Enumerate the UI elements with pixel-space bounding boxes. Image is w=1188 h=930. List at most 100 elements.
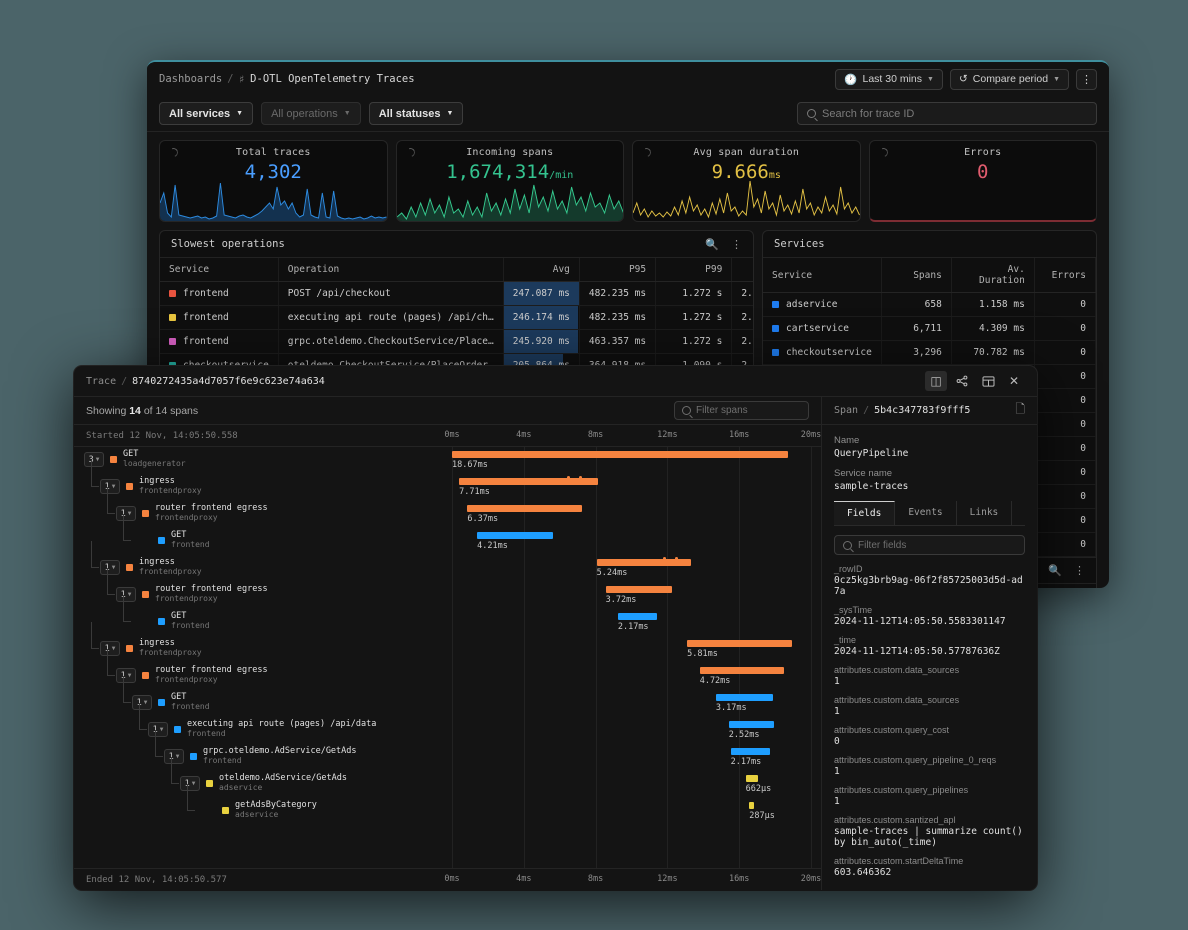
col-errors[interactable]: Errors [1034, 258, 1095, 293]
col-operation[interactable]: Operation [278, 258, 503, 282]
span-duration-bar[interactable] [749, 802, 754, 809]
span-field-item[interactable]: attributes.custom.data_sources1 [834, 695, 1025, 717]
tab-fields[interactable]: Fields [834, 501, 895, 525]
breadcrumb-root[interactable]: Dashboards [159, 73, 222, 85]
span-duration-bar[interactable] [746, 775, 758, 782]
compare-period-button[interactable]: ↺ Compare period ▼ [950, 69, 1069, 90]
span-field-item[interactable]: _sysTime2024-11-12T14:05:50.5583301147 [834, 605, 1025, 627]
col-service[interactable]: Service [160, 258, 278, 282]
tab-links[interactable]: Links [957, 501, 1013, 525]
table-row[interactable]: frontendexecuting api route (pages) /api… [160, 306, 754, 330]
span-duration-bar[interactable] [729, 721, 774, 728]
span-name: grpc.oteldemo.AdService/GetAds [203, 746, 357, 756]
time-range-picker[interactable]: 🕐 Last 30 mins ▼ [835, 69, 943, 90]
col-p95[interactable]: P95 [579, 258, 655, 282]
fields-filter-input[interactable]: Filter fields [834, 535, 1025, 555]
trace-ended-label: Ended 12 Nov, 14:05:50.577 [74, 875, 227, 885]
copy-icon[interactable]: 🗋 [1015, 400, 1025, 421]
col-av-duration[interactable]: Av. Duration [951, 258, 1034, 293]
filter-all-operations[interactable]: All operations ▼ [261, 102, 361, 125]
span-color-swatch [142, 591, 149, 598]
zoom-search-icon[interactable]: 🔍 [705, 238, 719, 251]
panel-more-menu-icon[interactable]: ⋮ [731, 238, 742, 251]
table-header-row: Service Operation Avg P95 P99 P999 [160, 258, 754, 282]
table-view-icon[interactable] [977, 371, 999, 391]
span-row[interactable]: 1▼ingressfrontendproxy7.71ms [74, 474, 821, 501]
span-row[interactable]: GETfrontend2.17ms [74, 609, 821, 636]
filter-all-services[interactable]: All services ▼ [159, 102, 253, 125]
span-duration-bar[interactable] [452, 451, 788, 458]
dashboard-more-menu-button[interactable]: ⋮ [1076, 69, 1097, 90]
span-tree-cell: GETfrontend [74, 528, 452, 555]
axis-tick: 0ms [444, 430, 459, 440]
span-field-item[interactable]: _rowID0cz5kg3brb9ag-06f2f85725003d5d-ad7… [834, 564, 1025, 597]
span-field-item[interactable]: attributes.custom.query_cost0 [834, 725, 1025, 747]
col-service[interactable]: Service [763, 258, 881, 293]
span-duration-bar[interactable] [731, 748, 770, 755]
span-row[interactable]: 1▼executing api route (pages) /api/dataf… [74, 717, 821, 744]
col-p99[interactable]: P99 [656, 258, 732, 282]
span-field-item[interactable]: attributes.custom.query_pipeline_0_reqs1 [834, 755, 1025, 777]
span-duration-label: 7.71ms [459, 487, 490, 497]
share-icon[interactable] [951, 371, 973, 391]
span-row[interactable]: 1▼GETfrontend3.17ms [74, 690, 821, 717]
table-row[interactable]: checkoutservice3,29670.782 ms0 [763, 341, 1096, 365]
field-value: 2024-11-12T14:05:50.57787636Z [834, 646, 1025, 657]
cell-service: adservice [763, 293, 881, 317]
close-icon[interactable]: ✕ [1003, 371, 1025, 391]
span-duration-bar[interactable] [606, 586, 673, 593]
span-row[interactable]: getAdsByCategoryadservice287µs [74, 798, 821, 825]
breadcrumb-separator: / [227, 73, 233, 85]
span-name: GET [171, 692, 186, 702]
span-row[interactable]: 3▼GETloadgenerator18.67ms [74, 447, 821, 474]
span-name: router frontend egress [155, 665, 268, 675]
span-bar-cell: 6.37ms [452, 501, 811, 528]
field-value: 1 [834, 766, 1025, 777]
span-duration-bar[interactable] [618, 613, 657, 620]
span-duration-bar[interactable] [700, 667, 785, 674]
span-duration-label: 662µs [746, 784, 772, 794]
field-key: _time [834, 635, 1025, 645]
table-row[interactable]: cartservice6,7114.309 ms0 [763, 317, 1096, 341]
trace-started-label: Started 12 Nov, 14:05:50.558 [74, 431, 238, 441]
col-avg[interactable]: Avg [503, 258, 579, 282]
span-row[interactable]: 1▼router frontend egressfrontendproxy6.3… [74, 501, 821, 528]
span-row[interactable]: 1▼router frontend egressfrontendproxy3.7… [74, 582, 821, 609]
col-spans[interactable]: Spans [881, 258, 951, 293]
span-duration-bar[interactable] [477, 532, 553, 539]
filter-all-statuses[interactable]: All statuses ▼ [369, 102, 464, 125]
span-field-item[interactable]: attributes.custom.data_sources1 [834, 665, 1025, 687]
span-field-item[interactable]: attributes.custom.startDeltaTime603.6463… [834, 856, 1025, 878]
table-row[interactable]: frontendgrpc.oteldemo.CheckoutService/Pl… [160, 330, 754, 354]
span-duration-bar[interactable] [716, 694, 773, 701]
span-filter-input[interactable]: Filter spans [674, 401, 809, 420]
span-row[interactable]: 1▼ingressfrontendproxy5.81ms [74, 636, 821, 663]
trace-header-label: Trace [86, 376, 116, 387]
span-duration-bar[interactable] [467, 505, 582, 512]
span-row[interactable]: GETfrontend4.21ms [74, 528, 821, 555]
span-row[interactable]: 1▼grpc.oteldemo.AdService/GetAdsfrontend… [74, 744, 821, 771]
span-row[interactable]: 1▼ingressfrontendproxy5.24ms [74, 555, 821, 582]
trace-header-separator: / [121, 376, 127, 387]
span-row[interactable]: 1▼router frontend egressfrontendproxy4.7… [74, 663, 821, 690]
span-duration-bar[interactable] [597, 559, 691, 566]
stat-title: Avg span duration [633, 147, 860, 158]
col-p999[interactable]: P999 [732, 258, 754, 282]
span-field-item[interactable]: _time2024-11-12T14:05:50.57787636Z [834, 635, 1025, 657]
span-field-item[interactable]: attributes.custom.query_pipelines1 [834, 785, 1025, 807]
table-row[interactable]: adservice6581.158 ms0 [763, 293, 1096, 317]
panel-more-menu-icon[interactable]: ⋮ [1074, 564, 1085, 577]
trace-header-actions: ◫ ✕ [925, 371, 1025, 391]
trace-id-search-input[interactable]: Search for trace ID [797, 102, 1097, 125]
span-duration-bar[interactable] [459, 478, 598, 485]
tab-events[interactable]: Events [895, 501, 956, 525]
zoom-search-icon[interactable]: 🔍 [1048, 564, 1062, 577]
span-duration-bar[interactable] [687, 640, 791, 647]
clock-icon: 🕐 [844, 73, 857, 86]
span-bar-cell: 7.71ms [452, 474, 811, 501]
span-field-item[interactable]: attributes.custom.santized_aplsample-tra… [834, 815, 1025, 848]
table-row[interactable]: frontendPOST /api/checkout247.087 ms482.… [160, 282, 754, 306]
panel-toggle-icon[interactable]: ◫ [925, 371, 947, 391]
cell-p999: 2.494 s [732, 306, 754, 330]
cell-errors: 0 [1034, 389, 1095, 413]
